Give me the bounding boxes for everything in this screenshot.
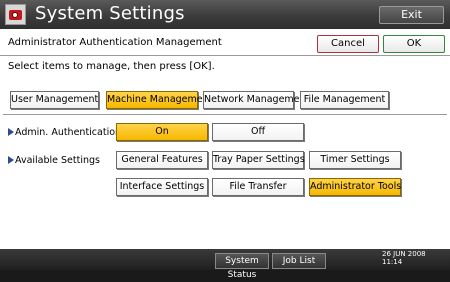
arrow-right-icon — [8, 156, 14, 164]
option-timer-settings[interactable]: Timer Settings — [309, 151, 401, 169]
option-administrator-tools[interactable]: Administrator Tools — [309, 178, 401, 196]
camera-icon — [5, 4, 26, 25]
system-status-button[interactable]: System Status — [215, 253, 269, 280]
option-tray-paper-settings[interactable]: Tray Paper Settings — [212, 151, 305, 169]
arrow-right-icon — [8, 128, 14, 136]
date-text: 26 JUN 2008 — [382, 250, 426, 258]
admin-auth-on-button[interactable]: On — [116, 123, 208, 141]
available-settings-label-row: Available Settings — [8, 155, 100, 166]
divider — [0, 55, 450, 56]
tab-user-management[interactable]: User Management — [10, 91, 99, 109]
option-file-transfer[interactable]: File Transfer — [212, 178, 304, 196]
time-text: 11:14 — [382, 258, 403, 266]
title-bar: System Settings Exit — [0, 0, 450, 29]
admin-auth-label-row: Admin. Authentication — [8, 127, 121, 138]
option-interface-settings[interactable]: Interface Settings — [116, 178, 208, 196]
tab-file-management[interactable]: File Management — [300, 91, 389, 109]
tab-machine-management[interactable]: Machine Management — [106, 91, 212, 109]
exit-button[interactable]: Exit — [379, 6, 444, 24]
datetime: 26 JUN 2008 11:14 — [382, 250, 426, 266]
page-title: Administrator Authentication Management — [8, 37, 222, 48]
ok-button[interactable]: OK — [383, 35, 445, 53]
status-bar: System Status Job List 26 JUN 2008 11:14 — [0, 249, 450, 280]
job-list-button[interactable]: Job List — [272, 253, 326, 269]
cancel-button[interactable]: Cancel — [317, 35, 379, 53]
available-settings-label: Available Settings — [15, 155, 100, 166]
tab-network-management[interactable]: Network Management — [203, 91, 309, 109]
admin-auth-label: Admin. Authentication — [15, 127, 122, 138]
screen: System Settings Exit Administrator Authe… — [0, 0, 450, 280]
instruction-text: Select items to manage, then press [OK]. — [8, 61, 215, 72]
divider — [3, 114, 447, 115]
window-title: System Settings — [35, 3, 185, 24]
admin-auth-off-button[interactable]: Off — [212, 123, 304, 141]
header: Administrator Authentication Management … — [0, 29, 450, 56]
option-general-features[interactable]: General Features — [116, 151, 208, 169]
